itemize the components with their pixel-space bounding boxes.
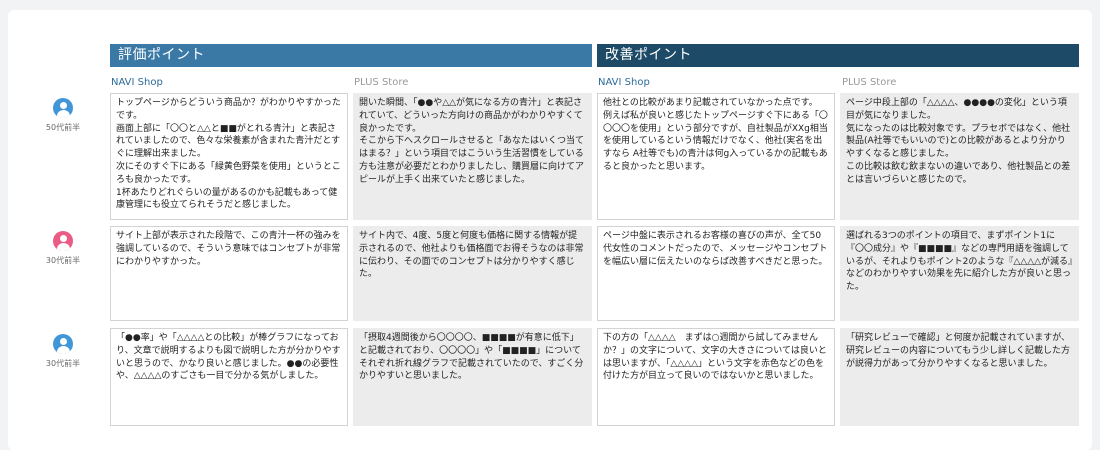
comment-eval-plus: サイト内で、4度、5度と何度も価格に関する情報が提示されるので、他社よりも価格面…	[353, 226, 592, 321]
comment-impr-navi: 下の方の「△△△△ まずは○週間から試してみませんか？」の文字について、文字の大…	[597, 328, 835, 426]
reviewer-2: 30代前半	[40, 231, 86, 266]
male-user-icon	[53, 334, 73, 354]
comment-eval-plus: 「摂取4週間後から〇〇〇〇、■■■■が有意に低下」と記載されており、〇〇〇〇」や…	[353, 328, 592, 426]
column-header-eval-plus: PLUS Store	[354, 77, 409, 88]
female-user-icon	[53, 231, 73, 251]
comment-eval-navi: トップページからどういう商品か？がわかりやすかったです。 画面上部に「〇〇と△△…	[110, 93, 348, 220]
column-header-impr-navi: NAVI Shop	[598, 77, 650, 88]
comment-eval-navi: サイト上部が表示された段階で、この青汁一杯の強みを強調しているので、そういう意味…	[110, 226, 348, 321]
comment-eval-plus: 開いた瞬間、「●●や△△が気になる方の青汁」と表記されていて、どういった方向けの…	[353, 93, 592, 220]
column-header-impr-plus: PLUS Store	[842, 77, 897, 88]
reviewer-age: 30代前半	[45, 256, 81, 265]
comment-impr-navi: 他社との比較があまり記載されていなかった点です。 例えば私が良いと感じたトップペ…	[597, 93, 835, 220]
reviewer-3: 30代前半	[40, 334, 86, 369]
comment-impr-plus: 「研究レビューで確認」と何度か記載されていますが、研究レビューの内容についてもう…	[840, 328, 1079, 426]
reviewer-1: 50代前半	[40, 98, 86, 133]
comment-impr-navi: ページ中盤に表示されるお客様の喜びの声が、全て50代女性のコメントだったので、メ…	[597, 226, 835, 321]
column-header-eval-navi: NAVI Shop	[111, 77, 163, 88]
comment-eval-navi: 「●●率」や「△△△△との比較」が棒グラフになっており、文章で説明するよりも図で…	[110, 328, 348, 426]
male-user-icon	[53, 98, 73, 118]
improvement-points-header: 改善ポイント	[597, 44, 1079, 67]
comment-impr-plus: 選ばれる3つのポイントの項目で、まずポイント1に『〇〇成分』や『■■■■』などの…	[840, 226, 1079, 321]
comment-impr-plus: ページ中段上部の「△△△△、●●●●の変化」という項目が気になりました。 気にな…	[840, 93, 1079, 220]
reviewer-age: 30代前半	[45, 359, 81, 368]
evaluation-points-header: 評価ポイント	[110, 44, 592, 67]
reviewer-age: 50代前半	[45, 123, 81, 132]
